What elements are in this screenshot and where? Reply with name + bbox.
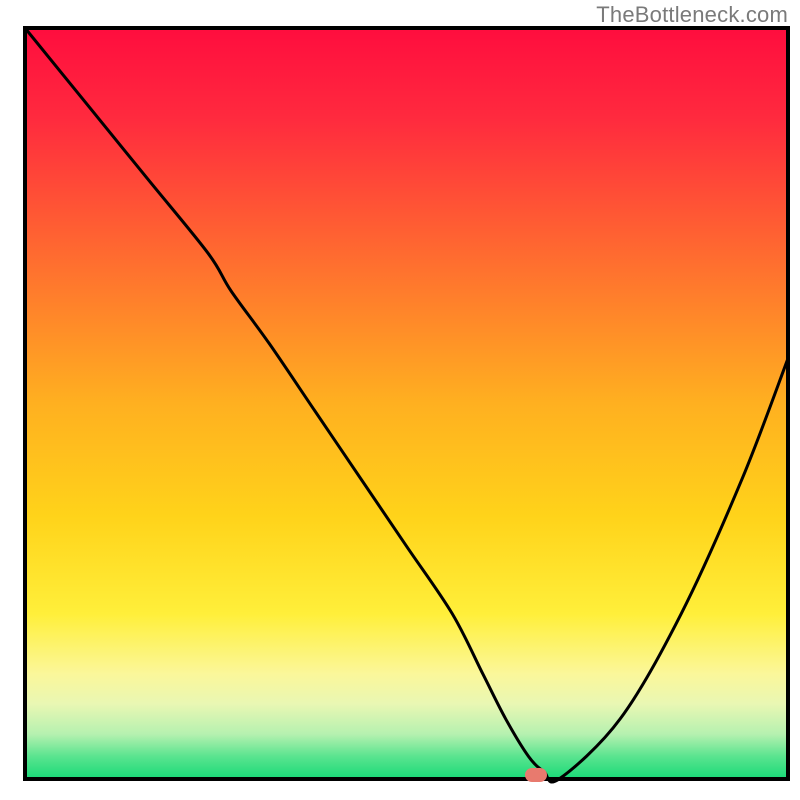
chart-container: TheBottleneck.com (0, 0, 800, 800)
plot-background (25, 28, 788, 779)
optimum-marker (525, 768, 547, 782)
watermark-text: TheBottleneck.com (596, 2, 788, 28)
plot-svg (0, 0, 800, 800)
